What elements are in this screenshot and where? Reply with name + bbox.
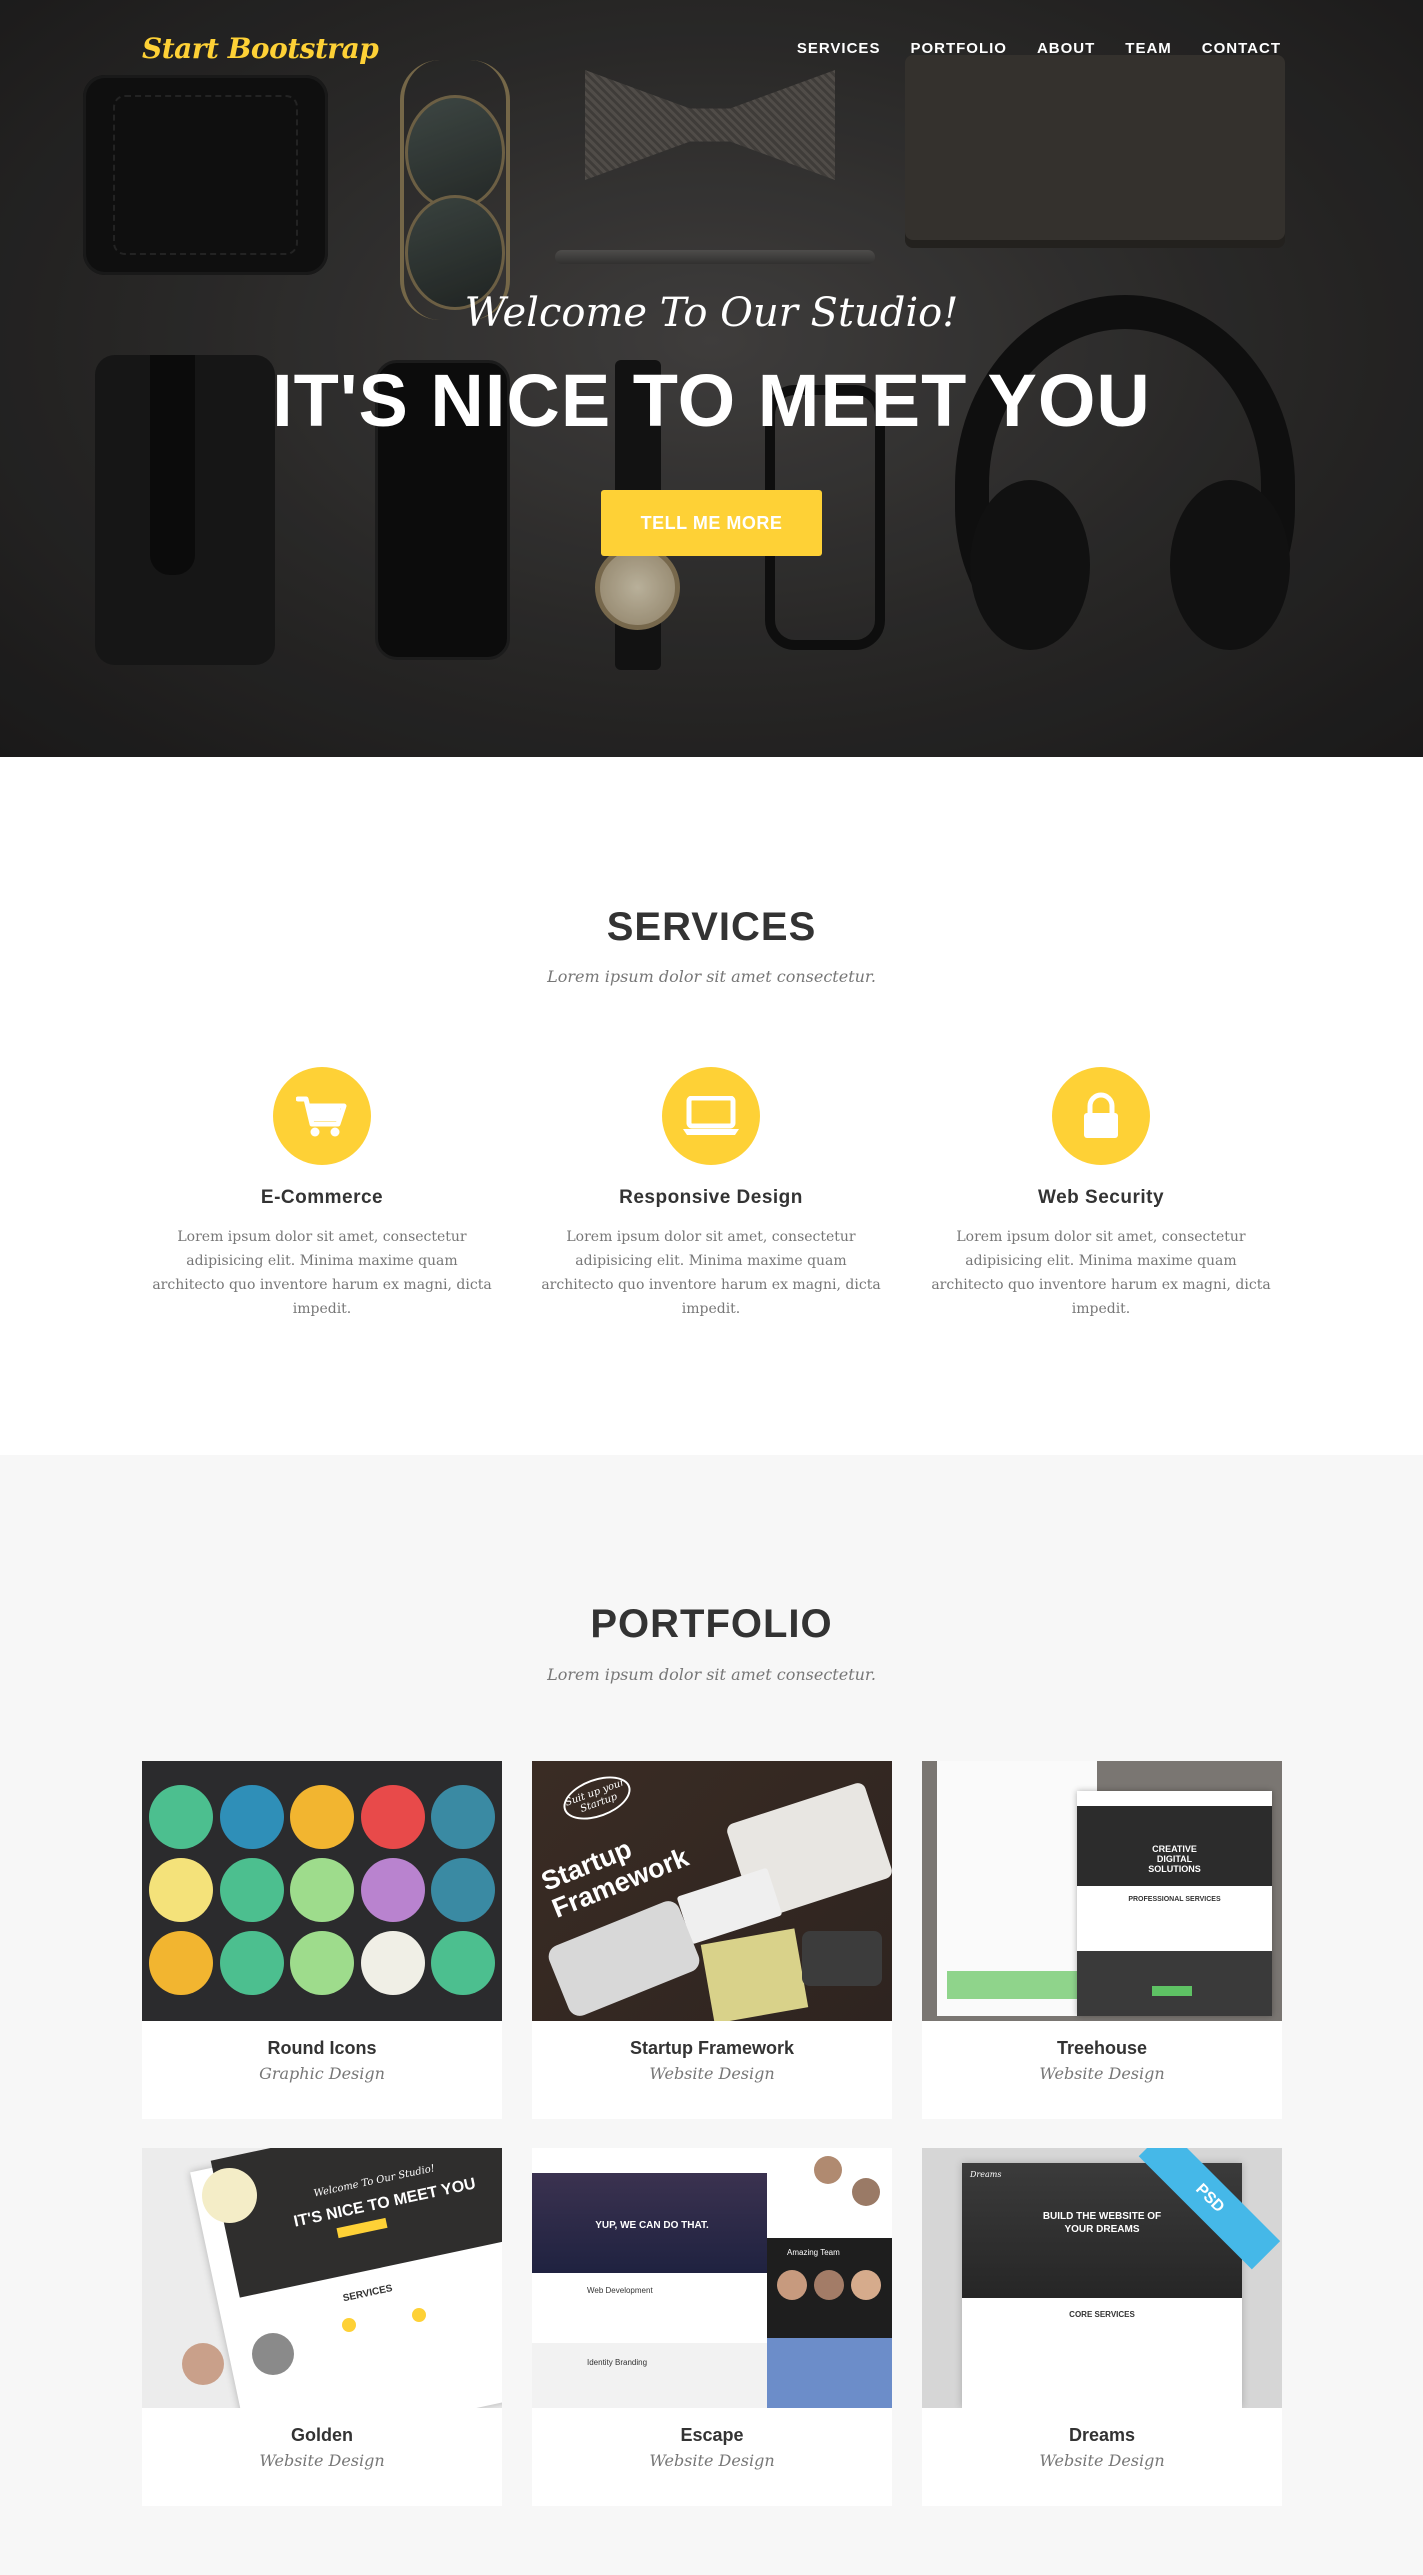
portfolio-item-category: Website Design	[1039, 2064, 1165, 2083]
thumbnail-heading: BUILD THE WEBSITE OF YOUR DREAMS	[1042, 2211, 1162, 2235]
nav-link-portfolio[interactable]: PORTFOLIO	[910, 40, 1007, 57]
coins-icon	[361, 1858, 425, 1922]
service-item: Web Security Lorem ipsum dolor sit amet,…	[921, 1067, 1281, 1321]
plug-icon	[290, 1931, 354, 1995]
section-subtitle: Lorem ipsum dolor sit amet consectetur.	[547, 1665, 876, 1684]
hero-title: IT'S NICE TO MEET YOU	[272, 359, 1151, 442]
nav-link-about[interactable]: ABOUT	[1037, 40, 1095, 57]
dark-band	[1077, 1951, 1272, 2016]
portfolio-item-category: Graphic Design	[259, 2064, 385, 2083]
green-button	[1152, 1986, 1192, 1996]
services-section: SERVICES Lorem ipsum dolor sit amet cons…	[0, 757, 1423, 1455]
laptop-icon	[662, 1067, 760, 1165]
thumbnail-brand: Dreams	[970, 2170, 1002, 2179]
portfolio-item-title: Round Icons	[267, 2038, 377, 2058]
tell-me-more-button[interactable]: TELL ME MORE	[601, 490, 822, 556]
pencils-icon	[220, 1931, 284, 1995]
badge-text: Suit up your Startup	[557, 1768, 637, 1828]
nav-link-contact[interactable]: CONTACT	[1202, 40, 1281, 57]
portfolio-thumbnail[interactable]: CREATIVE DIGITAL SOLUTIONS PROFESSIONAL …	[922, 1761, 1282, 2021]
soccer-goal-icon	[290, 1858, 354, 1922]
hero-header: Start Bootstrap SERVICES PORTFOLIO ABOUT…	[0, 0, 1423, 757]
portfolio-item-title: Golden	[291, 2425, 353, 2445]
portfolio-item[interactable]: CREATIVE DIGITAL SOLUTIONS PROFESSIONAL …	[922, 1761, 1282, 2119]
thumbnail-subheading: Web Development	[587, 2286, 653, 2295]
section-subtitle: Lorem ipsum dolor sit amet consectetur.	[547, 967, 876, 986]
photographer-icon	[290, 1785, 354, 1849]
portfolio-item-category: Website Design	[259, 2451, 385, 2470]
service-description: Lorem ipsum dolor sit amet, consectetur …	[541, 1229, 881, 1317]
portfolio-item[interactable]: YUP, WE CAN DO THAT. Web Development Ide…	[532, 2148, 892, 2506]
main-nav: SERVICES PORTFOLIO ABOUT TEAM CONTACT	[797, 40, 1281, 57]
portfolio-item-category: Website Design	[649, 2451, 775, 2470]
avatar	[182, 2343, 224, 2385]
portfolio-item[interactable]: Dreams BUILD THE WEBSITE OF YOUR DREAMS …	[922, 2148, 1282, 2506]
bowling-pins-icon	[431, 1858, 495, 1922]
portfolio-thumbnail[interactable]: Welcome To Our Studio! IT'S NICE TO MEET…	[142, 2148, 502, 2408]
gamepad-icon	[220, 1858, 284, 1922]
avatar	[852, 2178, 880, 2206]
plant-icon	[361, 1931, 425, 1995]
microscope-icon	[431, 1785, 495, 1849]
grey-band	[532, 2343, 772, 2408]
portfolio-item[interactable]: Welcome To Our Studio! IT'S NICE TO MEET…	[142, 2148, 502, 2506]
icon-dot	[412, 2308, 426, 2322]
luggage-icon	[149, 1858, 213, 1922]
thumbnail-heading: CREATIVE DIGITAL SOLUTIONS	[1077, 1806, 1272, 1886]
service-description: Lorem ipsum dolor sit amet, consectetur …	[152, 1229, 492, 1317]
record-icon	[149, 1931, 213, 1995]
thumbnail-heading: YUP, WE CAN DO THAT.	[595, 2220, 709, 2231]
contact-band	[767, 2338, 892, 2408]
portfolio-item[interactable]: Round Icons Graphic Design	[142, 1761, 502, 2119]
portfolio-item-title: Dreams	[1068, 2425, 1136, 2445]
portfolio-item-category: Website Design	[1039, 2451, 1165, 2470]
service-name: E-Commerce	[260, 1187, 384, 1208]
portfolio-thumbnail[interactable]: Dreams BUILD THE WEBSITE OF YOUR DREAMS …	[922, 2148, 1282, 2408]
lock-icon	[1052, 1067, 1150, 1165]
nav-link-team[interactable]: TEAM	[1125, 40, 1172, 57]
shopping-cart-icon	[273, 1067, 371, 1165]
portfolio-item-category: Website Design	[649, 2064, 775, 2083]
avatar	[814, 2156, 842, 2184]
portfolio-thumbnail[interactable]	[142, 1761, 502, 2021]
avatar	[777, 2270, 807, 2300]
nav-link-services[interactable]: SERVICES	[797, 40, 881, 57]
portfolio-item[interactable]: Suit up your Startup Startup Framework S…	[532, 1761, 892, 2119]
portfolio-thumbnail[interactable]: Suit up your Startup Startup Framework	[532, 1761, 892, 2021]
avatar	[851, 2270, 881, 2300]
service-item: E-Commerce Lorem ipsum dolor sit amet, c…	[142, 1067, 502, 1321]
avatar	[814, 2270, 844, 2300]
portfolio-item-title: Escape	[680, 2425, 744, 2445]
green-banner	[947, 1971, 1087, 1999]
person-icon	[220, 1785, 284, 1849]
section-title: SERVICES	[606, 905, 817, 949]
service-name: Web Security	[1037, 1187, 1165, 1208]
notepad-mockup	[700, 1928, 809, 2021]
service-item: Responsive Design Lorem ipsum dolor sit …	[531, 1067, 891, 1321]
avatar	[252, 2333, 294, 2375]
bomb-icon	[149, 1785, 213, 1849]
portfolio-item-title: Startup Framework	[629, 2038, 795, 2058]
icon-dot	[342, 2318, 356, 2332]
thumbnail-subheading: CORE SERVICES	[1069, 2310, 1135, 2319]
notebook-icon	[431, 1931, 495, 1995]
section-title: PORTFOLIO	[590, 1602, 833, 1646]
brand-logo[interactable]: Start Bootstrap	[142, 32, 379, 65]
portfolio-item-title: Treehouse	[1056, 2038, 1148, 2058]
portfolio-thumbnail[interactable]: YUP, WE CAN DO THAT. Web Development Ide…	[532, 2148, 892, 2408]
thumbnail-subheading: PROFESSIONAL SERVICES	[1128, 1896, 1221, 1903]
portfolio-section: PORTFOLIO Lorem ipsum dolor sit amet con…	[0, 1455, 1423, 2575]
decoration-circle	[202, 2168, 257, 2223]
service-name: Responsive Design	[619, 1187, 803, 1208]
camera-mockup	[802, 1931, 882, 1986]
service-description: Lorem ipsum dolor sit amet, consectetur …	[931, 1229, 1271, 1317]
thumbnail-subheading: Amazing Team	[787, 2248, 840, 2257]
tablet-icon	[361, 1785, 425, 1849]
hero-subtitle: Welcome To Our Studio!	[464, 290, 959, 336]
thumbnail-subheading: Identity Branding	[587, 2358, 648, 2367]
